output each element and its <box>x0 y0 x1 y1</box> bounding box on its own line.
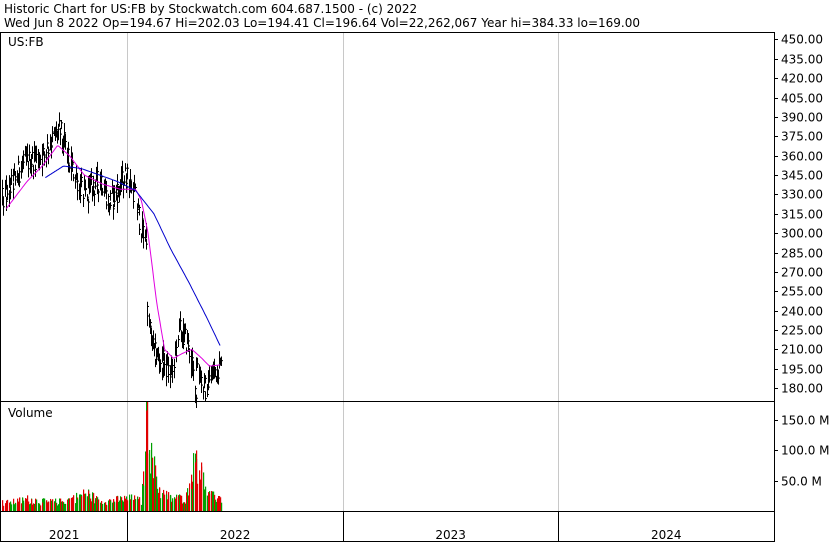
price-tick-label: 330.00 <box>781 188 823 202</box>
volume-bar <box>143 485 145 511</box>
time-axis-labels: 2021 2022 2023 2024 <box>49 528 682 542</box>
volume-bar <box>139 497 141 511</box>
volume-bar <box>77 499 79 511</box>
volume-bar <box>40 505 42 511</box>
price-tick-label: 360.00 <box>781 150 823 164</box>
volume-bar <box>36 499 38 511</box>
volume-bar <box>176 496 178 511</box>
volume-bar <box>102 504 104 511</box>
price-tick-label: 195.00 <box>781 363 823 377</box>
volume-axis-ticks: 50.0 M 100.0 M 150.0 M <box>774 414 830 489</box>
year-label: 2023 <box>435 528 466 542</box>
price-tick-label: 300.00 <box>781 227 823 241</box>
volume-bar <box>221 502 223 511</box>
price-tick-label: 315.00 <box>781 208 823 222</box>
volume-bar <box>44 501 46 511</box>
moving-average-long-line <box>45 165 221 346</box>
volume-bar <box>135 499 137 511</box>
volume-bar <box>81 496 83 511</box>
grid-lines <box>127 33 559 542</box>
volume-bar <box>110 500 112 511</box>
volume-bar <box>15 504 17 511</box>
volume-bar <box>127 500 129 511</box>
price-tick-label: 345.00 <box>781 169 823 183</box>
price-tick-label: 285.00 <box>781 247 823 261</box>
year-label: 2024 <box>651 528 682 542</box>
price-tick-label: 435.00 <box>781 53 823 67</box>
price-tick-label: 390.00 <box>781 111 823 125</box>
price-tick-label: 210.00 <box>781 343 823 357</box>
volume-bar <box>147 453 149 511</box>
volume-bar <box>114 501 116 511</box>
volume-bar <box>160 498 162 511</box>
volume-bar <box>11 504 13 511</box>
price-tick-label: 450.00 <box>781 33 823 47</box>
volume-panel-title: Volume <box>8 406 53 420</box>
price-axis-ticks: 180.00 195.00 210.00 225.00 240.00 255.00 270.… <box>774 33 823 396</box>
price-panel-title: US:FB <box>8 35 44 49</box>
volume-tick-label: 100.0 M <box>781 444 830 458</box>
volume-bar <box>172 500 174 511</box>
year-label: 2022 <box>220 528 251 542</box>
chart-header-line1: Historic Chart for US:FB by Stockwatch.c… <box>4 2 417 16</box>
price-tick-label: 240.00 <box>781 305 823 319</box>
volume-bar <box>189 483 191 511</box>
price-tick-label: 180.00 <box>781 382 823 396</box>
volume-bar <box>205 486 207 511</box>
price-tick-label: 375.00 <box>781 130 823 144</box>
volume-bar <box>197 483 199 511</box>
volume-bar <box>48 501 50 511</box>
volume-bar <box>131 494 133 511</box>
year-label: 2021 <box>49 528 80 542</box>
volume-bar <box>168 492 170 511</box>
price-tick-label: 255.00 <box>781 285 823 299</box>
volume-bar <box>85 493 87 511</box>
volume-bar <box>201 462 203 511</box>
price-tick-label: 270.00 <box>781 266 823 280</box>
volume-bar <box>73 495 75 511</box>
volume-bar <box>65 503 67 511</box>
price-panel <box>0 32 775 402</box>
volume-bar <box>193 453 195 511</box>
volume-bar <box>69 498 71 511</box>
price-series <box>2 112 223 409</box>
volume-bar <box>52 502 54 511</box>
volume-bar <box>98 499 100 511</box>
price-tick-label: 405.00 <box>781 92 823 106</box>
volume-bar <box>19 497 21 511</box>
volume-tick-label: 50.0 M <box>781 475 822 489</box>
volume-tick-label: 150.0 M <box>781 414 830 428</box>
volume-panel <box>0 401 775 512</box>
volume-bar <box>23 500 25 511</box>
volume-bar <box>106 504 108 511</box>
volume-bar <box>7 499 9 511</box>
price-tick-label: 225.00 <box>781 324 823 338</box>
volume-bar <box>164 494 166 511</box>
volume-bar <box>3 505 5 511</box>
stock-chart: Historic Chart for US:FB by Stockwatch.c… <box>0 2 830 542</box>
chart-header-line2: Wed Jun 8 2022 Op=194.67 Hi=202.03 Lo=19… <box>4 16 640 30</box>
price-tick-label: 420.00 <box>781 72 823 86</box>
volume-bar <box>209 493 211 511</box>
